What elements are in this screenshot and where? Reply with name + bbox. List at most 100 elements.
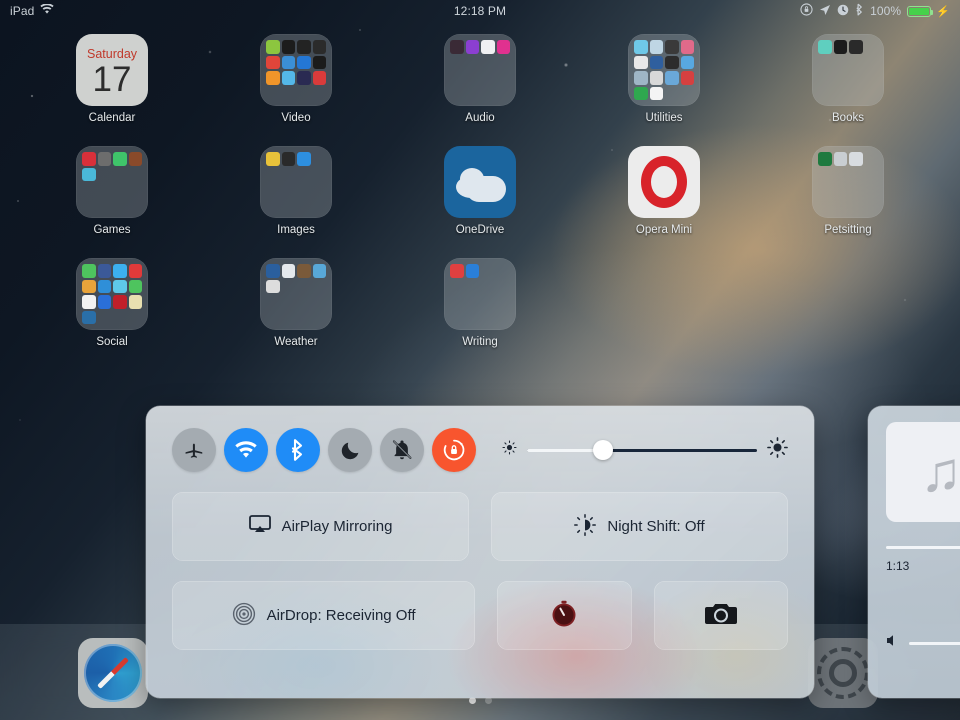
app-label: Writing <box>462 336 498 348</box>
mute-toggle[interactable] <box>380 428 424 472</box>
folder-mini-icons <box>266 264 326 324</box>
airdrop-button[interactable]: AirDrop: Receiving Off <box>172 581 476 650</box>
sun-large-icon <box>767 437 788 463</box>
rotation-lock-icon <box>441 437 467 463</box>
playback-progress-bar[interactable] <box>886 546 960 549</box>
app-label: Social <box>96 336 128 348</box>
bluetooth-toggle[interactable] <box>276 428 320 472</box>
folder-mini-icons <box>450 40 510 100</box>
do-not-disturb-toggle[interactable] <box>328 428 372 472</box>
folder-tile <box>260 258 332 330</box>
folder-icon-social[interactable]: Social <box>20 258 204 348</box>
wifi-icon <box>40 3 55 18</box>
timer-button[interactable] <box>497 581 632 650</box>
rotation-lock-toggle[interactable] <box>432 428 476 472</box>
home-row-3: Social Weather Writing <box>0 258 960 348</box>
brightness-slider-track[interactable] <box>527 440 757 460</box>
control-center-row-3: AirDrop: Receiving Off <box>172 581 788 650</box>
folder-icon-images[interactable]: Images <box>204 146 388 236</box>
app-label: Utilities <box>645 112 683 124</box>
brightness-slider-fill <box>527 448 603 452</box>
folder-tile <box>812 34 884 106</box>
status-bar: iPad 12:18 PM 100% ⚡ <box>0 0 960 22</box>
folder-tile <box>812 146 884 218</box>
control-center-row-2: AirPlay Mirroring Night Shift: Off <box>172 492 788 561</box>
calendar-day: 17 <box>92 60 132 100</box>
airplay-mirroring-button[interactable]: AirPlay Mirroring <box>172 492 469 561</box>
volume-slider-track[interactable] <box>909 641 960 645</box>
bluetooth-icon <box>290 438 306 462</box>
alarm-clock-icon <box>837 4 849 19</box>
night-shift-button[interactable]: Night Shift: Off <box>491 492 788 561</box>
brightness-slider[interactable] <box>502 437 788 463</box>
opera-logo-icon <box>641 156 687 208</box>
folder-tile <box>628 34 700 106</box>
app-label: Weather <box>274 336 318 348</box>
folder-mini-icons <box>818 40 878 100</box>
folder-tile <box>444 258 516 330</box>
calendar-weekday: Saturday <box>86 46 138 61</box>
folder-mini-icons <box>82 264 142 324</box>
home-row-1: Saturday 17 Calendar Video Audio Utiliti… <box>0 34 960 124</box>
page-indicator[interactable] <box>0 697 960 704</box>
elapsed-time-label: 1:13 <box>886 559 910 573</box>
calendar-tile: Saturday 17 <box>76 34 148 106</box>
airplane-mode-toggle[interactable] <box>172 428 216 472</box>
airdrop-icon <box>232 602 256 630</box>
airdrop-label: AirDrop: Receiving Off <box>266 607 416 624</box>
rotation-lock-icon <box>800 3 813 19</box>
folder-tile <box>76 258 148 330</box>
folder-mini-icons <box>634 40 694 100</box>
folder-icon-utilities[interactable]: Utilities <box>572 34 756 124</box>
location-arrow-icon <box>819 4 831 19</box>
app-label: Calendar <box>88 112 136 124</box>
camera-button[interactable] <box>653 581 788 650</box>
volume-control[interactable] <box>886 634 960 652</box>
folder-mini-icons <box>450 264 510 324</box>
app-icon-onedrive[interactable]: OneDrive <box>388 146 572 236</box>
night-shift-label: Night Shift: Off <box>607 518 705 535</box>
control-center: AirPlay Mirroring Night Shift: Off AirDr… <box>146 406 814 698</box>
airplay-icon <box>248 515 271 538</box>
folder-mini-icons <box>266 152 326 212</box>
folder-tile <box>260 34 332 106</box>
opera-tile <box>628 146 700 218</box>
bell-slash-icon <box>391 439 413 461</box>
page-dot-1[interactable] <box>468 697 476 704</box>
folder-icon-games[interactable]: Games <box>20 146 204 236</box>
app-label: Opera Mini <box>635 224 693 236</box>
app-label: Audio <box>465 112 495 124</box>
moon-icon <box>340 440 361 461</box>
brightness-slider-thumb[interactable] <box>592 440 613 460</box>
folder-icon-petsitting[interactable]: Petsitting <box>756 146 940 236</box>
folder-icon-writing[interactable]: Writing <box>388 258 572 348</box>
app-icon-calendar[interactable]: Saturday 17 Calendar <box>20 34 204 124</box>
folder-icon-books[interactable]: Books <box>756 34 940 124</box>
folder-mini-icons <box>82 152 142 212</box>
folder-mini-icons <box>266 40 326 100</box>
folder-icon-video[interactable]: Video <box>204 34 388 124</box>
wifi-toggle[interactable] <box>224 428 268 472</box>
folder-tile <box>444 34 516 106</box>
folder-icon-weather[interactable]: Weather <box>204 258 388 348</box>
sun-small-icon <box>502 440 517 460</box>
app-label: Images <box>277 224 315 236</box>
app-icon-opera-mini[interactable]: Opera Mini <box>572 146 756 236</box>
airplane-icon <box>183 439 205 461</box>
app-label: OneDrive <box>455 224 505 236</box>
folder-mini-icons <box>818 152 878 212</box>
control-center-toggle-row <box>172 428 788 472</box>
app-label: Petsitting <box>824 224 872 236</box>
home-screen-grid: Saturday 17 Calendar Video Audio Utiliti… <box>0 34 960 348</box>
folder-tile <box>76 146 148 218</box>
camera-icon <box>704 601 737 631</box>
status-device-label: iPad <box>10 4 35 18</box>
airplay-label: AirPlay Mirroring <box>281 518 393 535</box>
app-label: Video <box>281 112 311 124</box>
charging-bolt-icon: ⚡ <box>936 5 950 18</box>
folder-icon-audio[interactable]: Audio <box>388 34 572 124</box>
page-dot-2[interactable] <box>484 697 492 704</box>
music-note-icon: ♫ <box>886 422 960 522</box>
battery-percent-label: 100% <box>870 4 902 18</box>
speaker-icon <box>886 634 900 652</box>
